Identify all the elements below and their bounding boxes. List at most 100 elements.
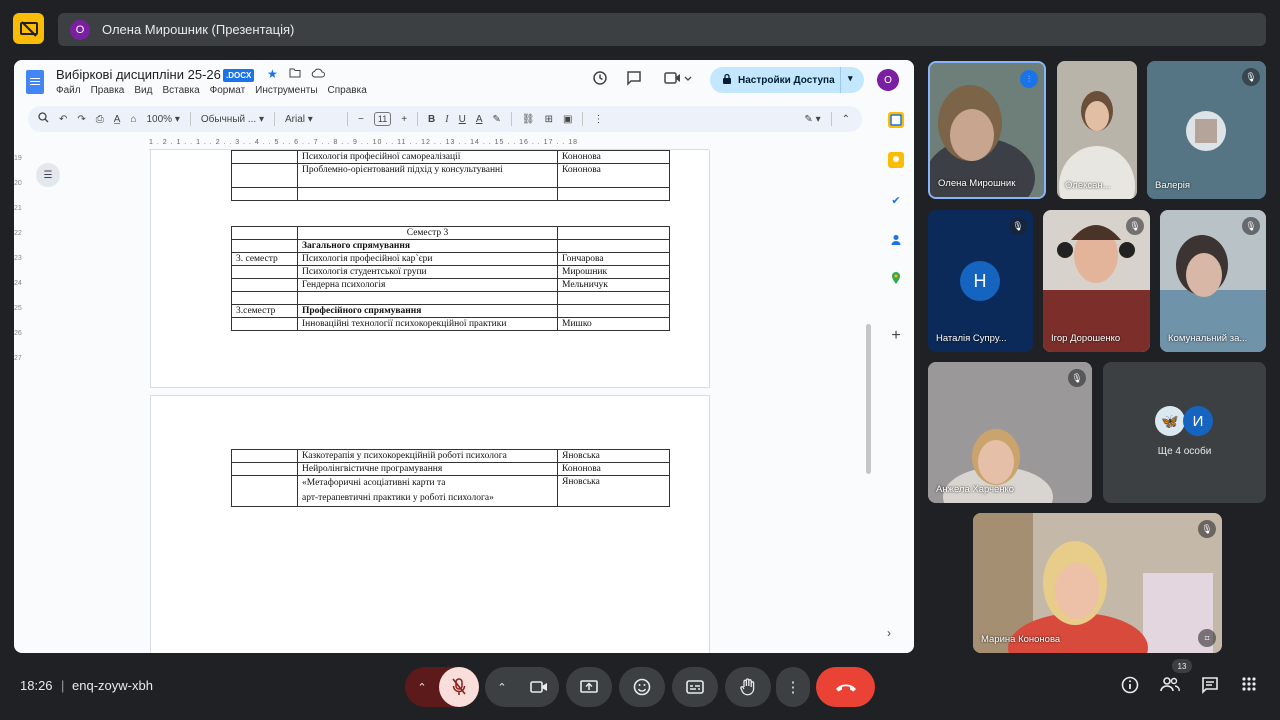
participant-name: Олексан... <box>1065 180 1111 191</box>
expand-side-panel-icon[interactable]: › <box>887 626 891 640</box>
camera-toggle-button[interactable] <box>519 667 559 707</box>
underline-button[interactable]: U <box>459 114 466 125</box>
raise-hand-button[interactable] <box>725 667 771 707</box>
text-color-button[interactable]: A <box>476 114 483 125</box>
more-options-button[interactable]: ⋮ <box>776 667 810 707</box>
table-row: «Метафоричні асоціативні карти та арт-тер… <box>231 475 670 507</box>
decrease-font-icon[interactable]: − <box>358 114 364 125</box>
horizontal-ruler[interactable]: 1 . 2 . 1 . . 1 . . 2 . . 3 . . 4 . . 5 … <box>149 138 709 150</box>
participant-name: Марина Кононова <box>981 634 1061 645</box>
print-icon[interactable]: ⎙ <box>96 114 104 125</box>
keep-icon[interactable] <box>888 152 904 168</box>
comments-icon[interactable] <box>626 70 642 89</box>
participant-tile[interactable]: 🎙 Комунальний за... <box>1160 210 1266 352</box>
italic-button[interactable]: I <box>445 114 448 125</box>
vruler-mark: 21 <box>14 205 22 212</box>
docs-scrollbar[interactable] <box>866 324 871 474</box>
share-dropdown-icon[interactable]: ▾ <box>848 73 853 84</box>
chat-icon[interactable] <box>1201 676 1219 699</box>
collapse-toolbar-icon[interactable]: ⌃ <box>842 114 850 125</box>
document-page[interactable]: Казкотерапія у психокорекційній роботі п… <box>150 395 710 653</box>
move-folder-icon[interactable] <box>289 67 301 81</box>
docs-menu-bar: Файл Правка Вид Вставка Формат Инструмен… <box>56 85 367 96</box>
share-access-button[interactable]: Настройки Доступа ▾ <box>710 67 864 93</box>
captions-button[interactable] <box>672 667 718 707</box>
editing-mode-icon[interactable]: ✎ ▾ <box>804 114 820 125</box>
add-addon-icon[interactable]: + <box>888 327 904 344</box>
zoom-select[interactable]: 100% ▾ <box>147 114 180 125</box>
menu-help[interactable]: Справка <box>328 85 367 96</box>
calendar-icon[interactable] <box>888 112 904 128</box>
camera-options-chevron-icon[interactable]: ⌃ <box>485 681 519 694</box>
link-icon[interactable]: ⛓ <box>522 114 535 125</box>
add-comment-icon[interactable]: ⊞ <box>545 114 553 125</box>
docs-side-panel: ✔ + <box>880 104 914 653</box>
speaking-indicator-icon: ⫶ <box>1020 70 1038 88</box>
bold-button[interactable]: B <box>428 114 435 125</box>
participant-tile[interactable]: 🎙 Анжела Харченко <box>928 362 1092 503</box>
vruler-mark: 27 <box>14 355 22 362</box>
self-view-tile[interactable]: 🎙 ⌗ Марина Кононова <box>973 513 1222 653</box>
participant-video <box>973 513 1222 653</box>
docs-logo-icon[interactable] <box>26 70 44 94</box>
maps-icon[interactable] <box>888 270 904 286</box>
participant-tile[interactable]: ⫶ Олена Мирошник <box>928 61 1046 199</box>
lock-icon <box>722 73 732 88</box>
participant-tile[interactable]: Олексан... <box>1057 61 1137 199</box>
table-row: Проблемно-орієнтований підхід у консульт… <box>231 163 670 188</box>
zoom-value: 100% <box>146 113 173 125</box>
participant-tile[interactable]: 🎙 Валерія <box>1147 61 1266 199</box>
font-size-input[interactable]: 11 <box>373 112 392 126</box>
present-screen-button[interactable] <box>566 667 612 707</box>
user-avatar[interactable]: О <box>877 69 899 91</box>
menu-insert[interactable]: Вставка <box>162 85 199 96</box>
participant-name: Валерія <box>1155 180 1190 191</box>
vertical-ruler: 19 20 21 22 23 24 25 26 27 <box>14 150 26 650</box>
contacts-icon[interactable] <box>888 232 904 248</box>
stop-presenting-icon[interactable] <box>13 13 44 44</box>
reframe-icon[interactable]: ⌗ <box>1198 629 1216 647</box>
participant-tile[interactable]: Н 🎙 Наталія Супру... <box>928 210 1033 352</box>
discipline-table: Психологія професійної самореалізації Кон… <box>231 150 670 201</box>
increase-font-icon[interactable]: + <box>401 114 407 125</box>
more-participants-tile[interactable]: 🦋 И Ще 4 особи <box>1103 362 1266 503</box>
people-icon[interactable] <box>1160 676 1180 697</box>
table-row: Інноваційні технології психокорекційної … <box>231 317 670 331</box>
star-icon[interactable]: ★ <box>267 67 278 81</box>
menu-view[interactable]: Вид <box>134 85 152 96</box>
table-row: 3.семестр Професійного спрямування <box>231 304 670 318</box>
more-options-icon[interactable]: ⋮ <box>593 114 603 125</box>
cloud-status-icon[interactable] <box>311 67 325 81</box>
insert-image-icon[interactable]: ▣ <box>563 114 572 125</box>
menu-file[interactable]: Файл <box>56 85 81 96</box>
redo-icon[interactable]: ↷ <box>77 114 85 125</box>
document-title[interactable]: Вибіркові дисципліни 25-26 <box>56 67 221 82</box>
undo-icon[interactable]: ↶ <box>59 114 67 125</box>
tasks-icon[interactable]: ✔ <box>888 192 904 208</box>
document-outline-button[interactable]: ☰ <box>36 163 60 187</box>
menu-format[interactable]: Формат <box>210 85 246 96</box>
menu-tools[interactable]: Инструменты <box>255 85 317 96</box>
font-select[interactable]: Arial ▾ <box>285 114 337 125</box>
meet-camera-icon[interactable] <box>664 70 692 89</box>
paint-format-icon[interactable]: ⌂ <box>130 114 136 125</box>
version-history-icon[interactable] <box>592 70 608 89</box>
highlight-icon[interactable]: ✎ <box>493 114 501 125</box>
presenter-title: Олена Мирошник (Презентація) <box>102 22 295 37</box>
style-select[interactable]: Обычный ... ▾ <box>201 114 264 125</box>
activities-icon[interactable] <box>1241 676 1257 697</box>
menu-edit[interactable]: Правка <box>91 85 125 96</box>
leave-call-button[interactable] <box>816 667 875 707</box>
mic-toggle-button[interactable] <box>439 667 479 707</box>
toolbar-divider <box>274 112 276 126</box>
search-menus-icon[interactable] <box>38 112 49 126</box>
meeting-info-icon[interactable] <box>1121 676 1139 699</box>
style-value: Обычный ... <box>200 113 257 125</box>
participant-tile[interactable]: 🎙 Ігор Дорошенко <box>1043 210 1150 352</box>
spellcheck-icon[interactable]: A̲ <box>114 114 121 125</box>
mic-options-chevron-icon[interactable]: ⌃ <box>405 681 439 694</box>
document-page[interactable]: Психологія професійної самореалізації Кон… <box>150 150 710 388</box>
discipline-table: Казкотерапія у психокорекційній роботі п… <box>231 449 670 507</box>
table-row: 3. семестр Психологія професійної кар`єри… <box>231 252 670 266</box>
reactions-button[interactable] <box>619 667 665 707</box>
